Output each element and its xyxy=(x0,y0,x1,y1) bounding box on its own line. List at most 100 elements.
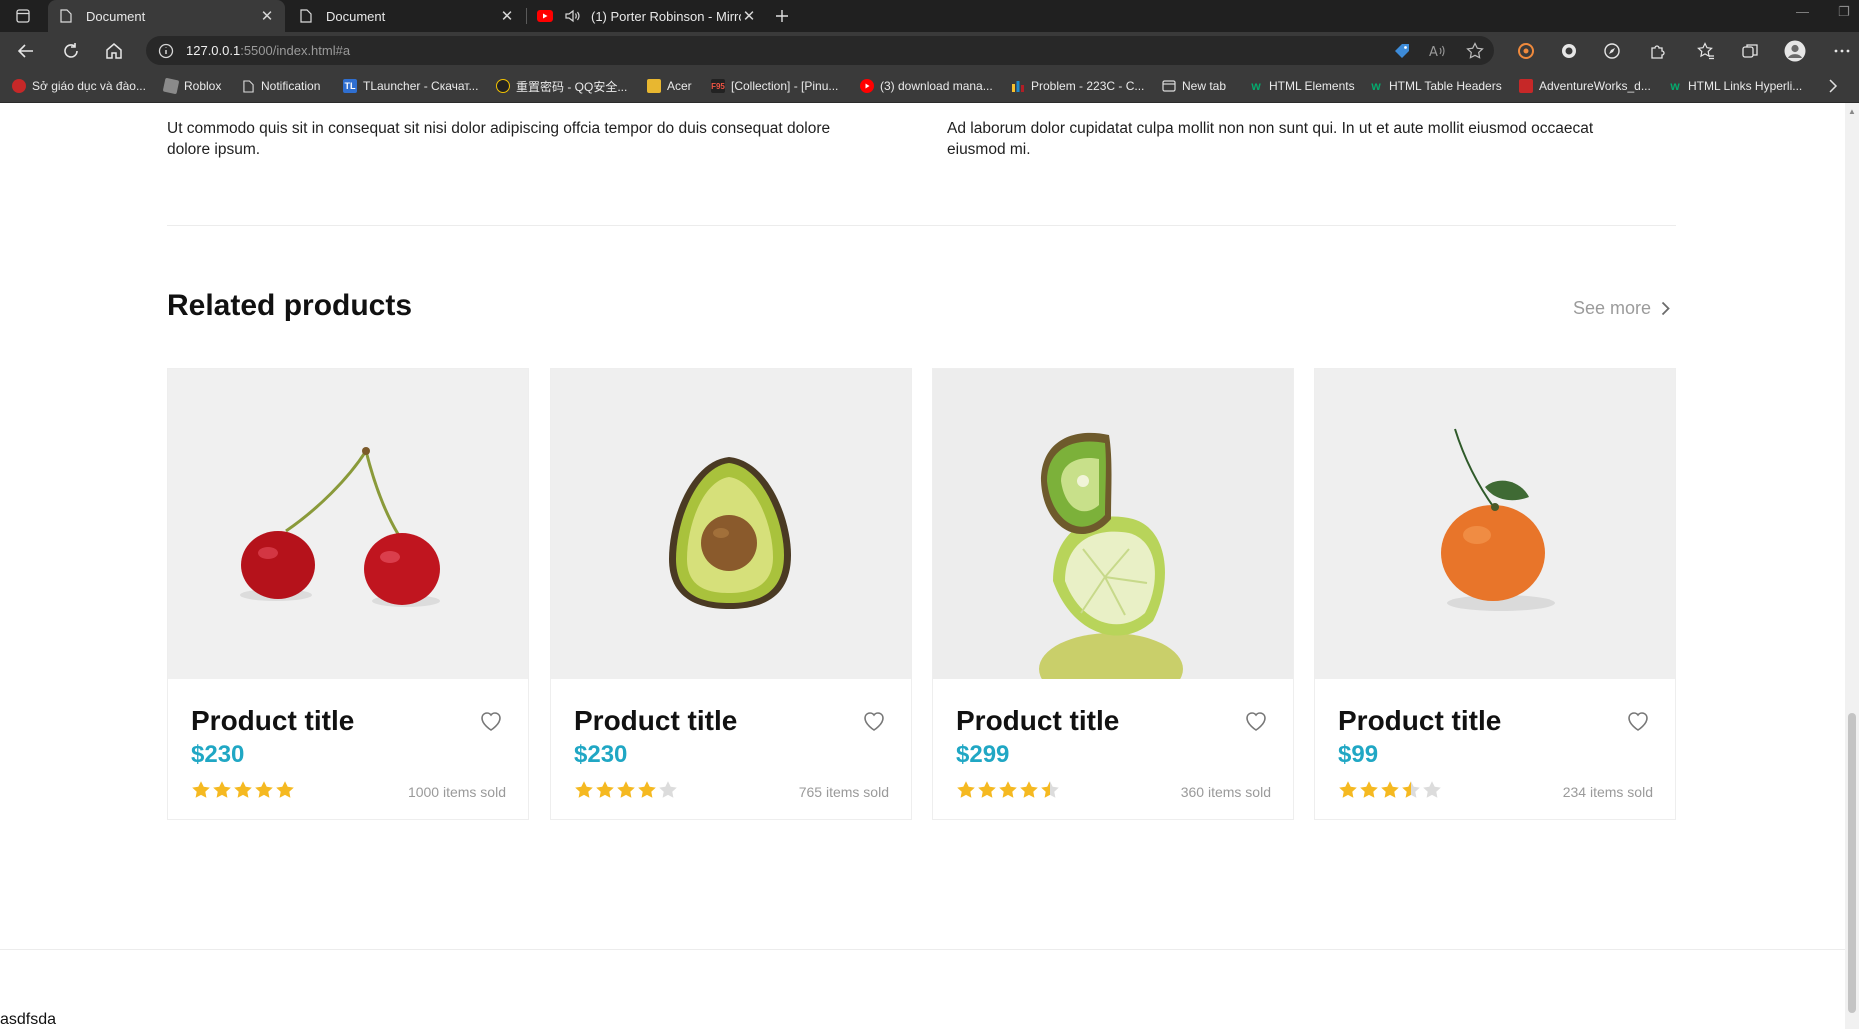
profile-avatar-icon[interactable] xyxy=(1782,38,1808,64)
product-title[interactable]: Product title xyxy=(1338,705,1501,737)
scrollbar-thumb[interactable] xyxy=(1848,713,1856,1013)
product-title[interactable]: Product title xyxy=(574,705,737,737)
star-filled-icon xyxy=(1020,781,1038,798)
tab-title: Document xyxy=(326,8,386,24)
restore-button[interactable]: ❐ xyxy=(1838,4,1850,20)
product-card[interactable]: Product title $230 765 items sold xyxy=(550,368,912,820)
product-card[interactable]: Product title $230 1000 items sold xyxy=(167,368,529,820)
star-filled-icon xyxy=(978,781,996,798)
star-rating xyxy=(191,780,296,800)
bookmark-item[interactable]: F95 [Collection] - [Pinu... xyxy=(711,77,838,95)
star-filled-icon xyxy=(575,781,593,798)
star-half-icon xyxy=(1402,781,1420,798)
favorites-icon[interactable] xyxy=(1693,38,1719,64)
w3schools-icon: w xyxy=(1670,79,1680,93)
bookmark-label: [Collection] - [Pinu... xyxy=(731,79,839,93)
more-menu-icon[interactable] xyxy=(1829,38,1855,64)
close-icon[interactable]: ✕ xyxy=(259,7,275,25)
product-image-cherries[interactable] xyxy=(168,369,528,679)
refresh-button[interactable] xyxy=(58,38,84,64)
vertical-scrollbar[interactable]: ▲ xyxy=(1845,103,1859,1029)
w3schools-icon: w xyxy=(1251,79,1261,93)
tlauncher-icon: TL xyxy=(343,79,357,93)
bookmark-label: New tab xyxy=(1182,79,1227,93)
bookmark-label: Roblox xyxy=(184,79,222,93)
back-button[interactable] xyxy=(13,38,39,64)
bookmark-label: Sở giáo dục và đào... xyxy=(32,79,146,93)
star-filled-icon xyxy=(276,781,294,798)
product-card[interactable]: Product title $99 234 items sold xyxy=(1314,368,1676,820)
codeforces-icon xyxy=(1011,79,1025,93)
bookmark-item[interactable]: TL TLauncher - Скачат... xyxy=(343,77,478,95)
svg-text:A: A xyxy=(1429,45,1438,59)
home-button[interactable] xyxy=(101,38,127,64)
address-bar[interactable]: 127.0.0.1 :5500/index.html#a xyxy=(146,36,1494,65)
tab-strip: Document ✕ Document ✕ (1) Porter Robinso… xyxy=(0,0,1859,32)
tab-document-2[interactable]: Document ✕ xyxy=(288,0,525,32)
speaker-icon[interactable] xyxy=(565,8,581,24)
bookmark-item[interactable]: w HTML Table Headers xyxy=(1369,77,1501,95)
bookmark-item[interactable]: Acer xyxy=(647,77,692,95)
bookmark-label: Notification xyxy=(261,79,321,93)
footer-text: asdfsda xyxy=(0,1011,57,1028)
scroll-up-arrow-icon[interactable]: ▲ xyxy=(1848,107,1856,116)
collections-icon[interactable] xyxy=(1737,38,1763,64)
read-aloud-icon[interactable]: A xyxy=(1425,38,1451,64)
star-filled-icon xyxy=(638,781,656,798)
extension-circle-icon[interactable] xyxy=(1556,38,1582,64)
pdf-icon xyxy=(1519,79,1533,93)
school-logo-icon xyxy=(12,79,26,93)
section-title: Related products xyxy=(167,289,413,322)
product-image-tangerine[interactable] xyxy=(1315,369,1675,679)
product-image-kiwi-lime[interactable] xyxy=(933,369,1293,679)
page-content: Ut commodo quis sit in consequat sit nis… xyxy=(0,103,1845,1029)
bookmark-label: Problem - 223C - C... xyxy=(1031,79,1145,93)
extension-orange-icon[interactable] xyxy=(1513,38,1539,64)
tab-youtube[interactable]: (1) Porter Robinson - Mirror ✕ xyxy=(527,0,767,32)
bookmark-item[interactable]: w HTML Links Hyperli... xyxy=(1668,77,1802,95)
items-sold: 360 items sold xyxy=(1180,784,1271,800)
extensions-puzzle-icon[interactable] xyxy=(1645,38,1671,64)
coupon-tag-icon[interactable] xyxy=(1389,38,1415,64)
bookmark-item[interactable]: Problem - 223C - C... xyxy=(1011,77,1144,95)
bookmark-label: TLauncher - Скачат... xyxy=(363,79,479,93)
site-info-icon[interactable] xyxy=(146,43,186,59)
extension-compass-icon[interactable] xyxy=(1599,38,1625,64)
heart-icon[interactable] xyxy=(862,710,886,732)
bookmark-item[interactable]: (3) download mana... xyxy=(860,77,993,95)
tab-actions-icon[interactable] xyxy=(10,6,36,26)
product-title[interactable]: Product title xyxy=(956,705,1119,737)
add-favorite-icon[interactable] xyxy=(1462,38,1488,64)
bookmark-item[interactable]: Notification xyxy=(241,77,320,95)
more-bookmarks-chevron-icon[interactable] xyxy=(1828,77,1838,95)
see-more-link[interactable]: See more xyxy=(1573,298,1670,319)
close-icon[interactable]: ✕ xyxy=(499,7,515,25)
heart-icon[interactable] xyxy=(479,710,503,732)
product-card[interactable]: Product title $299 360 items sold xyxy=(932,368,1294,820)
star-filled-icon xyxy=(1381,781,1399,798)
star-filled-icon xyxy=(213,781,231,798)
tab-document-1[interactable]: Document ✕ xyxy=(48,0,285,32)
bookmark-item[interactable]: New tab xyxy=(1162,77,1226,95)
items-sold: 765 items sold xyxy=(798,784,889,800)
bookmark-item[interactable]: 重置密码 - QQ安全... xyxy=(496,77,627,95)
product-image-avocado[interactable] xyxy=(551,369,911,679)
bookmark-item[interactable]: AdventureWorks_d... xyxy=(1519,77,1651,95)
items-sold: 1000 items sold xyxy=(407,784,506,800)
star-rating xyxy=(574,780,679,800)
product-title[interactable]: Product title xyxy=(191,705,354,737)
new-tab-page-icon xyxy=(1162,79,1176,93)
minimize-button[interactable]: — xyxy=(1796,4,1809,19)
bookmark-item[interactable]: Roblox xyxy=(162,77,222,95)
close-icon[interactable]: ✕ xyxy=(741,7,757,25)
new-tab-button[interactable] xyxy=(770,4,794,28)
bookmark-item[interactable]: Sở giáo dục và đào... xyxy=(12,77,146,95)
heart-icon[interactable] xyxy=(1626,710,1650,732)
folder-icon xyxy=(647,79,661,93)
star-filled-icon xyxy=(1339,781,1357,798)
bookmark-item[interactable]: w HTML Elements xyxy=(1249,77,1354,95)
heart-icon[interactable] xyxy=(1244,710,1268,732)
star-filled-icon xyxy=(234,781,252,798)
bookmark-label: HTML Links Hyperli... xyxy=(1688,79,1803,93)
roblox-icon xyxy=(162,77,180,95)
